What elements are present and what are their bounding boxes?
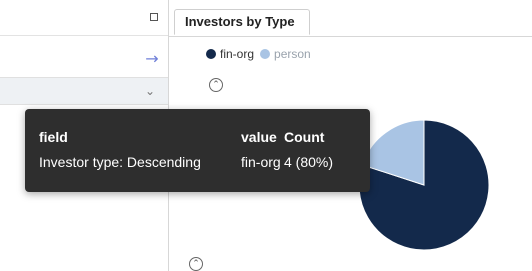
maximize-icon[interactable] [150, 13, 158, 21]
tooltip-header-field: field [39, 129, 68, 145]
tooltip-header-value: value [241, 129, 277, 145]
expand-chart-button[interactable]: ⌃ [189, 257, 203, 271]
chevron-down-icon[interactable]: ⌄ [140, 78, 160, 104]
tooltip-field-value: Investor type: Descending [39, 154, 201, 170]
field-dropdown[interactable]: ⌄ [0, 77, 168, 105]
left-panel-header [0, 0, 168, 36]
arrow-right-icon[interactable]: → [140, 47, 164, 71]
tooltip-header-count: Count [284, 129, 325, 145]
chart-tooltip: field value Count Investor type: Descend… [25, 109, 370, 192]
tooltip-count-value: 4 (80%) [284, 154, 334, 170]
tooltip-category-value: fin-org [241, 154, 281, 170]
